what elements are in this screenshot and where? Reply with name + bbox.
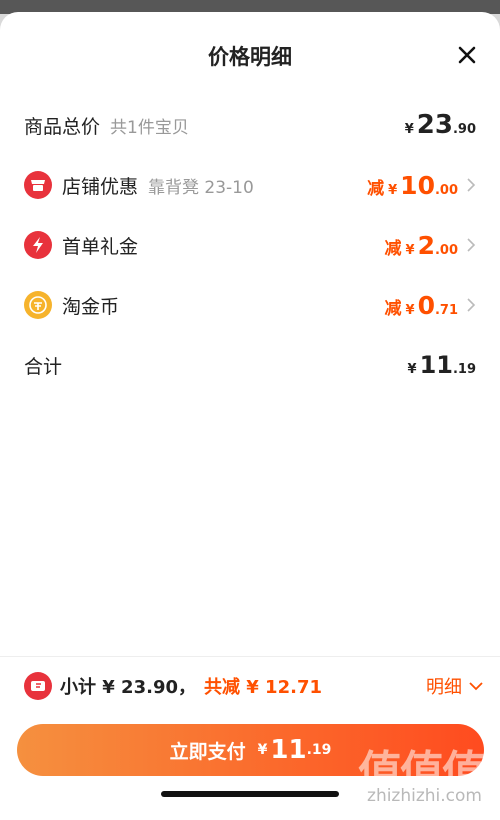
coupon-icon [24, 672, 52, 700]
row-sub: 共1件宝贝 [110, 117, 189, 138]
chevron-right-icon [467, 238, 476, 252]
row-label: 店铺优惠 [62, 175, 139, 198]
amount: ¥ 23 .90 [405, 110, 476, 140]
amount: ¥ 10 .00 [388, 171, 458, 200]
price-detail-sheet: 价格明细 商品总价 共1件宝贝 ¥ 23 .90 店铺优惠 靠背凳 23-10 … [0, 12, 500, 820]
order-summary-bar: 小计 ¥ 23.90， 共减 ¥ 12.71 明细 [24, 666, 484, 706]
amount: ¥ 0 .71 [406, 291, 458, 320]
amount-dec: .71 [434, 302, 458, 318]
minus-label: 减 [384, 238, 402, 259]
shop-icon [24, 171, 52, 199]
row-total: 合计 ¥ 11 .19 [24, 345, 476, 385]
pay-amount-dec: .19 [306, 742, 332, 758]
row-label: 商品总价 [24, 115, 101, 138]
detail-toggle[interactable]: 明细 [426, 673, 484, 699]
amount-int: 11 [419, 351, 453, 379]
amount: ¥ 11 .19 [408, 351, 476, 379]
pay-amount-int: 11 [270, 735, 307, 765]
saved-text: 共减 ¥ 12.71 [204, 677, 322, 698]
row-shop-discount[interactable]: 店铺优惠 靠背凳 23-10 减 ¥ 10 .00 [24, 165, 476, 205]
sheet-title: 价格明细 [208, 45, 292, 69]
minus-label: 减 [384, 298, 402, 319]
chevron-down-icon [469, 682, 483, 691]
amount-dec: .00 [434, 182, 458, 198]
amount-dec: .19 [452, 362, 476, 377]
coin-icon [24, 291, 52, 319]
amount-int: 0 [417, 290, 435, 320]
amount-dec: .00 [434, 242, 458, 258]
currency-symbol: ¥ [404, 122, 414, 137]
close-icon[interactable] [456, 44, 478, 66]
currency-symbol: ¥ [405, 302, 415, 318]
chevron-right-icon [467, 298, 476, 312]
row-label: 合计 [24, 355, 63, 378]
row-label: 首单礼金 [62, 235, 139, 258]
amount-dec: .90 [452, 122, 476, 137]
row-sub: 靠背凳 23-10 [148, 177, 254, 198]
currency-symbol: ¥ [407, 362, 417, 377]
currency-symbol: ¥ [388, 182, 398, 198]
lightning-icon [24, 231, 52, 259]
pay-currency: ¥ [257, 742, 268, 758]
amount-int: 23 [416, 110, 453, 140]
row-item-total: 商品总价 共1件宝贝 ¥ 23 .90 [24, 105, 476, 145]
row-first-order-gift[interactable]: 首单礼金 减 ¥ 2 .00 [24, 225, 476, 265]
row-label: 淘金币 [62, 295, 120, 318]
watermark-domain: zhizhizhi.com [367, 786, 482, 806]
minus-label: 减 [367, 178, 385, 199]
chevron-right-icon [467, 178, 476, 192]
detail-label: 明细 [426, 677, 462, 698]
home-indicator [161, 791, 339, 797]
subtotal-text: 小计 ¥ 23.90， [60, 677, 196, 698]
pay-label: 立即支付 [169, 740, 246, 763]
amount-int: 10 [400, 170, 435, 200]
summary-divider [0, 656, 500, 657]
row-taobao-coins[interactable]: 淘金币 减 ¥ 0 .71 [24, 285, 476, 325]
amount-int: 2 [417, 230, 435, 260]
currency-symbol: ¥ [405, 242, 415, 258]
amount: ¥ 2 .00 [406, 231, 458, 260]
